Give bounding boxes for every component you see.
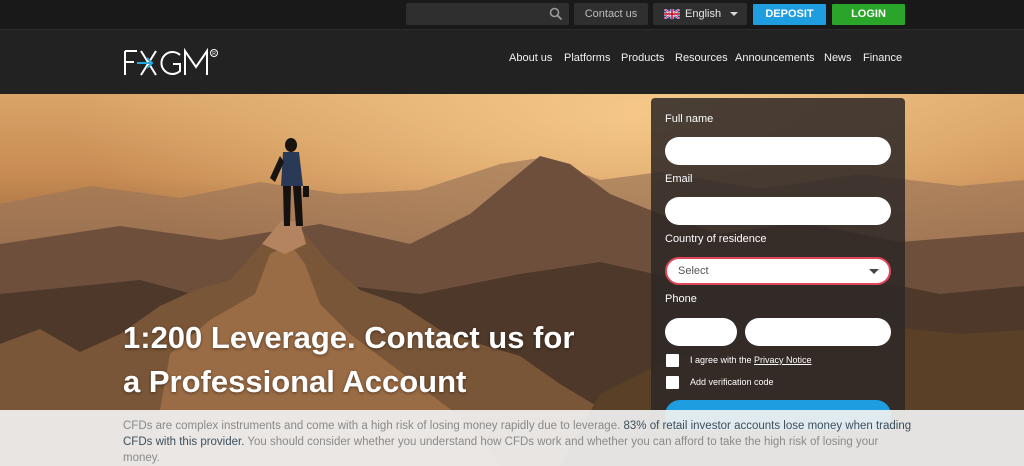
risk-text-a: CFDs are complex instruments and come wi… xyxy=(123,420,624,432)
country-label: Country of residence xyxy=(665,233,767,245)
nav-finance[interactable]: Finance xyxy=(863,52,902,64)
email-field[interactable] xyxy=(665,197,891,225)
full-name-label: Full name xyxy=(665,113,714,125)
nav-platforms[interactable]: Platforms xyxy=(564,52,610,64)
privacy-notice-link[interactable]: Privacy Notice xyxy=(754,355,812,365)
nav-about-us[interactable]: About us xyxy=(509,52,552,64)
nav-products[interactable]: Products xyxy=(621,52,664,64)
contact-us-button[interactable]: Contact us xyxy=(574,3,648,25)
privacy-agree-text: I agree with the xyxy=(690,355,755,365)
country-select[interactable]: Select xyxy=(665,257,891,285)
privacy-checkbox[interactable] xyxy=(666,354,679,367)
deposit-button[interactable]: DEPOSIT xyxy=(753,4,826,25)
phone-label: Phone xyxy=(665,293,697,305)
uk-flag-icon xyxy=(664,9,680,19)
language-label: English xyxy=(685,8,722,20)
search-input[interactable] xyxy=(406,3,546,25)
headline-line-2: a Professional Account xyxy=(123,364,467,399)
full-name-field[interactable] xyxy=(665,137,891,165)
search-icon[interactable] xyxy=(549,7,563,21)
email-label: Email xyxy=(665,173,693,185)
main-nav: About us Platforms Products Resources An… xyxy=(0,30,1024,94)
chevron-down-icon xyxy=(730,12,738,16)
main-header: R About us Platforms Products Resources … xyxy=(0,29,1024,94)
contact-form-panel: Full name Email Country of residence Sel… xyxy=(651,98,905,430)
hero-headline: 1:200 Leverage. Contact us for a Profess… xyxy=(123,316,643,404)
verification-checkbox[interactable] xyxy=(666,376,679,389)
risk-warning-text: CFDs are complex instruments and come wi… xyxy=(123,418,913,466)
language-selector[interactable]: English xyxy=(653,3,747,25)
risk-warning-banner: CFDs are complex instruments and come wi… xyxy=(0,410,1024,466)
country-select-value: Select xyxy=(678,265,709,277)
nav-resources[interactable]: Resources xyxy=(675,52,728,64)
chevron-down-icon xyxy=(869,269,879,274)
nav-news[interactable]: News xyxy=(824,52,852,64)
phone-code-field[interactable] xyxy=(665,318,737,346)
phone-number-field[interactable] xyxy=(745,318,891,346)
login-button[interactable]: LOGIN xyxy=(832,4,905,25)
search-box xyxy=(406,3,569,25)
privacy-agree-label: I agree with the Privacy Notice xyxy=(690,355,812,365)
nav-announcements[interactable]: Announcements xyxy=(735,52,815,64)
verification-label: Add verification code xyxy=(690,377,774,387)
headline-line-1: 1:200 Leverage. Contact us for xyxy=(123,320,575,355)
top-utility-bar: Contact us English DEPOSIT LOGIN xyxy=(0,0,1024,29)
